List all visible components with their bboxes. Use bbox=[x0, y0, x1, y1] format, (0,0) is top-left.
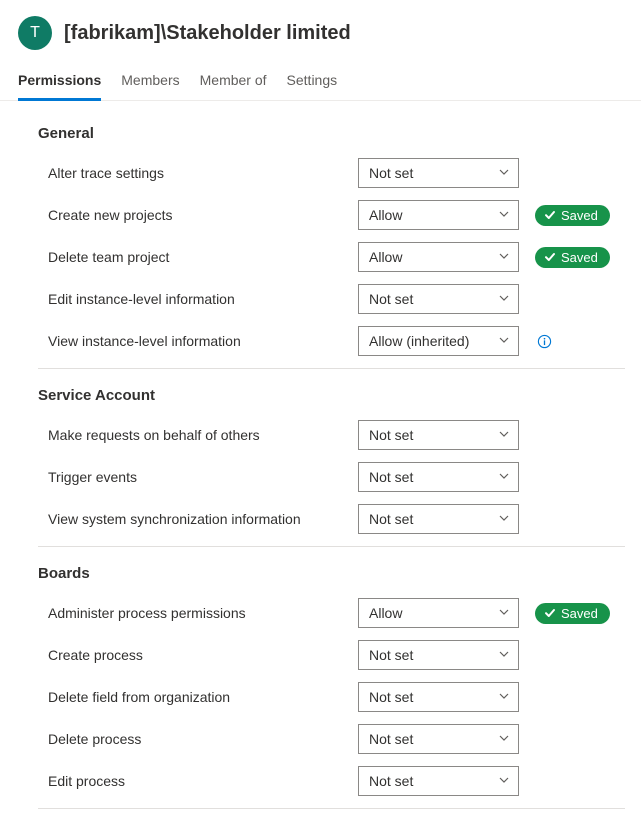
permission-select-alter-trace[interactable]: Not set bbox=[358, 158, 519, 188]
permission-select-view-sync-info[interactable]: Not set bbox=[358, 504, 519, 534]
check-icon bbox=[544, 209, 556, 221]
permission-row: Delete field from organization Not set bbox=[38, 676, 625, 718]
permission-row: Administer process permissions Allow Saved bbox=[38, 592, 625, 634]
permission-value: Not set bbox=[369, 511, 413, 527]
page-title: [fabrikam]\Stakeholder limited bbox=[64, 22, 351, 45]
avatar: T bbox=[18, 16, 52, 50]
chevron-down-icon bbox=[498, 606, 510, 618]
permission-label: Edit instance-level information bbox=[38, 291, 348, 307]
permission-row: Edit instance-level information Not set bbox=[38, 278, 625, 320]
permission-label: Delete team project bbox=[38, 249, 348, 265]
tabs: Permissions Members Member of Settings bbox=[0, 58, 641, 101]
chevron-down-icon bbox=[498, 690, 510, 702]
chevron-down-icon bbox=[498, 250, 510, 262]
permission-label: Make requests on behalf of others bbox=[38, 427, 348, 443]
tab-permissions[interactable]: Permissions bbox=[18, 66, 101, 101]
permission-value: Allow bbox=[369, 605, 402, 621]
info-icon[interactable] bbox=[537, 334, 552, 349]
section-title-general: General bbox=[38, 125, 625, 142]
chevron-down-icon bbox=[498, 428, 510, 440]
chevron-down-icon bbox=[498, 208, 510, 220]
saved-label: Saved bbox=[561, 250, 598, 265]
saved-badge: Saved bbox=[535, 247, 610, 268]
permission-value: Allow (inherited) bbox=[369, 333, 469, 349]
permission-value: Not set bbox=[369, 689, 413, 705]
permission-label: Edit process bbox=[38, 773, 348, 789]
saved-badge: Saved bbox=[535, 603, 610, 624]
permission-value: Not set bbox=[369, 469, 413, 485]
permission-select-delete-process[interactable]: Not set bbox=[358, 724, 519, 754]
permission-label: Delete field from organization bbox=[38, 689, 348, 705]
permission-select-view-instance-info[interactable]: Allow (inherited) bbox=[358, 326, 519, 356]
permission-select-create-process[interactable]: Not set bbox=[358, 640, 519, 670]
saved-label: Saved bbox=[561, 208, 598, 223]
permission-select-create-projects[interactable]: Allow bbox=[358, 200, 519, 230]
permission-row: View instance-level information Allow (in… bbox=[38, 320, 625, 362]
permission-row: Delete process Not set bbox=[38, 718, 625, 760]
tab-members[interactable]: Members bbox=[121, 66, 179, 101]
permission-select-trigger-events[interactable]: Not set bbox=[358, 462, 519, 492]
saved-label: Saved bbox=[561, 606, 598, 621]
avatar-letter: T bbox=[30, 24, 40, 42]
permission-select-edit-process[interactable]: Not set bbox=[358, 766, 519, 796]
chevron-down-icon bbox=[498, 648, 510, 660]
permission-label: Administer process permissions bbox=[38, 605, 348, 621]
permission-row: Create new projects Allow Saved bbox=[38, 194, 625, 236]
permission-value: Not set bbox=[369, 427, 413, 443]
permission-value: Allow bbox=[369, 207, 402, 223]
page-header: T [fabrikam]\Stakeholder limited bbox=[0, 0, 641, 58]
permission-label: View instance-level information bbox=[38, 333, 348, 349]
permission-select-edit-instance-info[interactable]: Not set bbox=[358, 284, 519, 314]
permission-value: Not set bbox=[369, 647, 413, 663]
permission-select-make-requests[interactable]: Not set bbox=[358, 420, 519, 450]
chevron-down-icon bbox=[498, 774, 510, 786]
section-divider bbox=[38, 368, 625, 369]
tab-settings[interactable]: Settings bbox=[287, 66, 338, 101]
permissions-content: GeneralAlter trace settingsNot setCreate… bbox=[0, 101, 641, 829]
saved-badge: Saved bbox=[535, 205, 610, 226]
permission-row: Make requests on behalf of others Not set bbox=[38, 414, 625, 456]
permission-value: Not set bbox=[369, 773, 413, 789]
permission-row: Edit process Not set bbox=[38, 760, 625, 802]
permission-row: View system synchronization information N… bbox=[38, 498, 625, 540]
chevron-down-icon bbox=[498, 166, 510, 178]
permission-label: Delete process bbox=[38, 731, 348, 747]
section-title-boards: Boards bbox=[38, 565, 625, 582]
chevron-down-icon bbox=[498, 732, 510, 744]
permission-label: Create new projects bbox=[38, 207, 348, 223]
chevron-down-icon bbox=[498, 334, 510, 346]
check-icon bbox=[544, 607, 556, 619]
permission-label: View system synchronization information bbox=[38, 511, 348, 527]
permission-row: Trigger events Not set bbox=[38, 456, 625, 498]
chevron-down-icon bbox=[498, 292, 510, 304]
chevron-down-icon bbox=[498, 512, 510, 524]
section-divider bbox=[38, 546, 625, 547]
permission-value: Not set bbox=[369, 731, 413, 747]
chevron-down-icon bbox=[498, 470, 510, 482]
permission-select-delete-team-project[interactable]: Allow bbox=[358, 242, 519, 272]
permission-row: Create process Not set bbox=[38, 634, 625, 676]
permission-value: Not set bbox=[369, 165, 413, 181]
permission-label: Create process bbox=[38, 647, 348, 663]
permission-label: Alter trace settings bbox=[38, 165, 348, 181]
permission-value: Allow bbox=[369, 249, 402, 265]
tab-member-of[interactable]: Member of bbox=[200, 66, 267, 101]
section-divider bbox=[38, 808, 625, 809]
permission-row: Delete team project Allow Saved bbox=[38, 236, 625, 278]
check-icon bbox=[544, 251, 556, 263]
permission-select-delete-field[interactable]: Not set bbox=[358, 682, 519, 712]
permission-value: Not set bbox=[369, 291, 413, 307]
permission-select-admin-process[interactable]: Allow bbox=[358, 598, 519, 628]
info-button[interactable] bbox=[537, 334, 552, 349]
permission-row: Alter trace settings Not set bbox=[38, 152, 625, 194]
permission-label: Trigger events bbox=[38, 469, 348, 485]
section-title-service-account: Service Account bbox=[38, 387, 625, 404]
